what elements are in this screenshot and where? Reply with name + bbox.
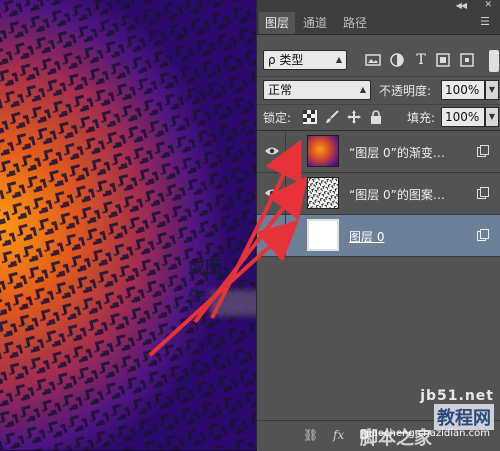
- layer-thumbnail-pattern[interactable]: [307, 177, 339, 209]
- fill-field[interactable]: 100%: [441, 107, 485, 127]
- clipping-mask-arrow-icon: ↲: [294, 187, 304, 200]
- type-layer-filter-icon[interactable]: T: [413, 52, 429, 68]
- add-layer-style-fx-icon[interactable]: fx: [333, 427, 344, 443]
- layer-name[interactable]: 图层 0: [349, 228, 384, 245]
- layer-link-icon: [477, 187, 489, 199]
- close-panel-icon[interactable]: ✕: [484, 0, 492, 10]
- clipping-mask-arrow-icon: ↲: [294, 145, 304, 158]
- filter-toggle-switch[interactable]: [489, 50, 499, 72]
- lock-transparent-pixels-icon[interactable]: [303, 110, 317, 124]
- blend-mode-row: 正常 ▲ 不透明度: 100% ▼: [257, 76, 500, 103]
- panel-bottom-toolbar: ⛓ fx ◘: [257, 420, 500, 451]
- layer-name[interactable]: “图层 0”的图案…: [349, 186, 445, 203]
- lock-all-icon[interactable]: [369, 110, 383, 124]
- divider: [285, 215, 286, 257]
- layer-row-pattern[interactable]: ↲ “图层 0”的图案…: [257, 173, 500, 215]
- tab-channels[interactable]: 通道: [297, 12, 333, 34]
- panel-tab-bar: 图层 通道 路径 ☰: [257, 12, 500, 35]
- layer-thumbnail-gradient[interactable]: [307, 135, 339, 167]
- adjustment-layer-filter-icon[interactable]: [389, 52, 405, 68]
- add-mask-icon[interactable]: ◘: [359, 427, 369, 443]
- canvas-overlay-text: 或图: [188, 258, 222, 278]
- opacity-dropdown-arrow-icon[interactable]: ▼: [485, 80, 499, 100]
- filter-kind-select[interactable]: ρ 类型 ▲: [263, 50, 347, 70]
- blend-mode-value: 正常: [268, 83, 293, 97]
- divider: [285, 131, 286, 173]
- lock-image-pixels-brush-icon[interactable]: [325, 110, 339, 124]
- layer-filter-row: ρ 类型 ▲ T: [257, 48, 500, 74]
- layers-list: ↲ “图层 0”的渐变… ↲ “图层 0”的图案… 图层 0: [257, 130, 500, 421]
- lock-position-move-icon[interactable]: [347, 110, 361, 124]
- layers-panel: ◀◀ ✕ 图层 通道 路径 ☰ ρ 类型 ▲ T 正常 ▲ 不透明度: 100%…: [256, 0, 500, 451]
- visibility-eye-icon[interactable]: [265, 188, 279, 198]
- pinwheel-pattern-overlay: [0, 0, 256, 450]
- collapse-panel-icon[interactable]: ◀◀: [456, 1, 467, 10]
- stepper-arrows-icon: ▲: [335, 55, 342, 64]
- pixel-layer-filter-icon[interactable]: [365, 52, 381, 68]
- blend-mode-select[interactable]: 正常 ▲: [263, 80, 371, 100]
- layer-link-icon: [477, 229, 489, 241]
- fill-dropdown-arrow-icon[interactable]: ▼: [485, 107, 499, 127]
- link-layers-icon[interactable]: ⛓: [303, 427, 318, 443]
- lock-row: 锁定: 填充: 100% ▼: [257, 104, 500, 129]
- shape-layer-filter-icon[interactable]: [435, 52, 451, 68]
- smart-object-filter-icon[interactable]: [459, 52, 475, 68]
- panel-menu-icon[interactable]: ☰: [480, 16, 494, 28]
- tab-layers[interactable]: 图层: [259, 12, 296, 34]
- panel-title-strip: ◀◀ ✕: [257, 0, 500, 12]
- layer-name[interactable]: “图层 0”的渐变…: [349, 144, 445, 161]
- tab-paths[interactable]: 路径: [337, 12, 373, 34]
- layer-row-base[interactable]: 图层 0: [257, 215, 500, 257]
- layer-thumbnail-base[interactable]: [307, 219, 339, 251]
- opacity-field[interactable]: 100%: [441, 80, 485, 100]
- filter-kind-label: ρ 类型: [268, 53, 304, 67]
- lock-label: 锁定:: [263, 111, 292, 125]
- layer-link-icon: [477, 145, 489, 157]
- visibility-eye-icon[interactable]: [265, 230, 279, 240]
- opacity-label: 不透明度:: [379, 84, 432, 98]
- fill-label: 填充:: [407, 111, 436, 125]
- divider: [285, 173, 286, 215]
- visibility-eye-icon[interactable]: [265, 146, 279, 156]
- document-canvas[interactable]: 或图 失...: [0, 0, 256, 450]
- layer-row-gradient[interactable]: ↲ “图层 0”的渐变…: [257, 131, 500, 173]
- select-arrow-icon: ▲: [359, 85, 366, 94]
